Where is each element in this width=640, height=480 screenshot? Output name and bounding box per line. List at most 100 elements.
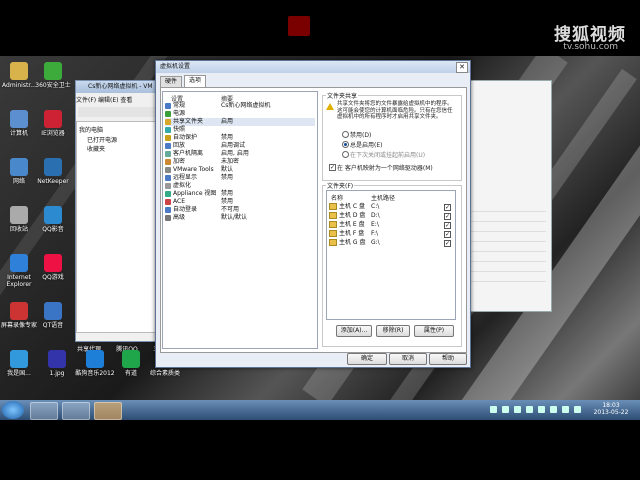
tab-options[interactable]: 选项 xyxy=(184,75,207,87)
setting-name: 客户机隔离 xyxy=(173,150,204,157)
settings-row[interactable]: ACE 禁用 xyxy=(165,198,315,206)
setting-name: VMware Tools xyxy=(173,166,214,173)
folder-row[interactable]: 主机 D 盘 D:\ ✓ xyxy=(329,212,453,220)
desktop-icon[interactable]: 360安全卫士 xyxy=(30,62,76,89)
desktop-icon[interactable]: IE浏览器 xyxy=(30,110,76,137)
folder-enabled-checkbox[interactable]: ✓ xyxy=(444,204,451,211)
settings-list[interactable]: 设置 摘要 常规 Cs新心网络虚拟机 电源 共享文件夹 启用 快照 自动保护 禁用 回放 启用调试… xyxy=(162,91,318,349)
folder-row[interactable]: 主机 F 盘 F:\ ✓ xyxy=(329,230,453,238)
desktop-icon-label: 1.jpg xyxy=(49,370,65,377)
tray-icon[interactable] xyxy=(550,406,557,413)
folder-icon xyxy=(329,239,337,246)
desktop-app-icon xyxy=(86,350,104,368)
shared-folders-list[interactable]: 名称 主机路径 主机 C 盘 C:\ ✓ 主机 D 盘 D:\ ✓ 主机 E 盘 E:\ ✓ 主机… xyxy=(326,190,456,320)
vm-app-menu[interactable]: 文件(F) 编辑(E) 查看 xyxy=(76,95,166,104)
settings-row[interactable]: Appliance 视图 禁用 xyxy=(165,190,315,198)
desktop-icon-label: QQ影音 xyxy=(42,226,64,233)
tray-icon[interactable] xyxy=(490,406,497,413)
desktop-icon-label: 有道 xyxy=(124,370,137,377)
settings-row[interactable]: 自动登录 不可用 xyxy=(165,206,315,214)
setting-icon xyxy=(165,174,171,181)
settings-row[interactable]: 电源 xyxy=(165,110,315,118)
setting-icon xyxy=(165,214,171,221)
desktop-app-icon xyxy=(44,254,62,272)
setting-icon xyxy=(165,190,171,197)
setting-icon xyxy=(165,142,171,149)
desktop-app-icon xyxy=(10,158,28,176)
map-drive-label: 在 客户机映射为一个网络驱动器(M) xyxy=(337,165,433,172)
settings-row[interactable]: VMware Tools 默认 xyxy=(165,166,315,174)
ok-button[interactable]: 确定 xyxy=(347,353,387,365)
settings-row[interactable]: 自动保护 禁用 xyxy=(165,134,315,142)
taskbar-vmware[interactable] xyxy=(94,402,122,420)
cancel-button[interactable]: 取消 xyxy=(389,353,427,365)
desktop-icon[interactable]: QT语音 xyxy=(30,302,76,329)
folder-enabled-checkbox[interactable]: ✓ xyxy=(444,222,451,229)
start-button[interactable] xyxy=(2,401,24,419)
library-item-powered-on[interactable]: 已打开电源 xyxy=(87,135,117,144)
radio-always-enabled[interactable] xyxy=(342,141,349,148)
setting-name: 加密 xyxy=(173,158,186,165)
add-folder-button[interactable]: 添加(A)... xyxy=(336,325,372,337)
tray-icon[interactable] xyxy=(538,406,545,413)
close-icon[interactable]: ✕ xyxy=(456,62,468,73)
settings-row[interactable]: 共享文件夹 启用 xyxy=(165,118,315,126)
warning-icon xyxy=(326,103,334,110)
network-icon[interactable] xyxy=(562,406,569,413)
radio-disabled[interactable] xyxy=(342,131,349,138)
setting-summary: 启用调试 xyxy=(221,142,246,149)
library-item-favorites[interactable]: 收藏夹 xyxy=(87,144,105,153)
settings-row[interactable]: 加密 未加密 xyxy=(165,158,315,166)
folder-row[interactable]: 主机 G 盘 G:\ ✓ xyxy=(329,239,453,247)
settings-row[interactable]: 远程显示 禁用 xyxy=(165,174,315,182)
map-drive-checkbox[interactable]: ✓ xyxy=(329,164,336,171)
folder-enabled-checkbox[interactable]: ✓ xyxy=(444,213,451,220)
taskbar-folder-icon[interactable] xyxy=(62,402,90,420)
settings-row[interactable]: 客户机隔离 启用, 启用 xyxy=(165,150,315,158)
folder-enabled-checkbox[interactable]: ✓ xyxy=(444,231,451,238)
desktop-icon[interactable]: QQ游戏 xyxy=(30,254,76,281)
setting-summary: 默认 xyxy=(221,166,234,173)
remove-folder-button[interactable]: 移除(R) xyxy=(376,325,410,337)
settings-row[interactable]: 高级 默认/默认 xyxy=(165,214,315,222)
desktop-icon-label: 我是国... xyxy=(7,370,31,377)
folder-row[interactable]: 主机 E 盘 E:\ ✓ xyxy=(329,221,453,229)
setting-name: 电源 xyxy=(173,110,186,117)
folder-icon xyxy=(329,230,337,237)
folder-icon xyxy=(329,212,337,219)
setting-name: 快照 xyxy=(173,126,186,133)
folder-properties-button[interactable]: 属性(P) xyxy=(414,325,454,337)
folder-enabled-checkbox[interactable]: ✓ xyxy=(444,240,451,247)
desktop-app-icon xyxy=(44,62,62,80)
tray-icon[interactable] xyxy=(526,406,533,413)
settings-row[interactable]: 回放 启用调试 xyxy=(165,142,315,150)
setting-icon xyxy=(165,206,171,213)
setting-icon xyxy=(165,150,171,157)
radio-until-poweroff[interactable] xyxy=(342,151,349,158)
desktop-app-icon xyxy=(44,110,62,128)
clock[interactable]: 18:03 2013-05-22 xyxy=(586,402,636,416)
vm-app-toolbar[interactable] xyxy=(78,107,164,117)
setting-name: ACE xyxy=(173,198,185,205)
watermark-url: tv.sohu.com xyxy=(563,42,618,52)
desktop-icon[interactable]: QQ影音 xyxy=(30,206,76,233)
folder-icon xyxy=(329,221,337,228)
tray-icon[interactable] xyxy=(502,406,509,413)
settings-row[interactable]: 常规 Cs新心网络虚拟机 xyxy=(165,102,315,110)
tray-icon[interactable] xyxy=(514,406,521,413)
setting-name: 高级 xyxy=(173,214,186,221)
desktop-icon[interactable]: NetKeeper xyxy=(30,158,76,185)
desktop-icon-label: 回收站 xyxy=(9,226,28,233)
folder-row[interactable]: 主机 C 盘 C:\ ✓ xyxy=(329,203,453,211)
desktop-icon-label: Internet Explorer xyxy=(6,274,32,288)
settings-row[interactable]: 快照 xyxy=(165,126,315,134)
tab-hardware[interactable]: 硬件 xyxy=(160,76,183,87)
setting-summary: Cs新心网络虚拟机 xyxy=(221,102,271,109)
taskbar-explorer[interactable] xyxy=(30,402,58,420)
setting-icon xyxy=(165,198,171,205)
volume-icon[interactable] xyxy=(574,406,581,413)
help-button[interactable]: 帮助 xyxy=(429,353,467,365)
settings-row[interactable]: 虚拟化 xyxy=(165,182,315,190)
vm-app-window[interactable]: Cs新心网络虚拟机 - VM 文件(F) 编辑(E) 查看 我的电脑 已打开电源… xyxy=(75,80,167,342)
desktop-app-icon xyxy=(10,302,28,320)
